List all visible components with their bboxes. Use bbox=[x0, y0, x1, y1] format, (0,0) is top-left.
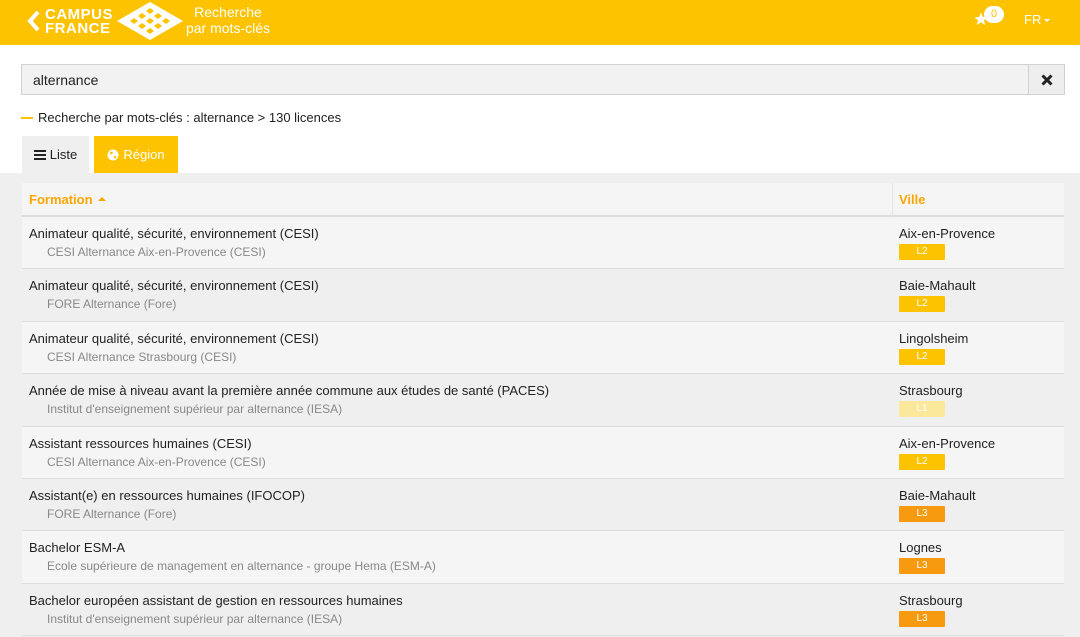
institution-name: CESI Alternance Aix-en-Provence (CESI) bbox=[47, 454, 266, 469]
search-input[interactable] bbox=[21, 64, 1029, 95]
logo-diamond-icon bbox=[117, 2, 183, 40]
level-badge: L2 bbox=[899, 296, 945, 313]
formation-title: Bachelor européen assistant de gestion e… bbox=[29, 592, 403, 608]
level-badge: L2 bbox=[899, 348, 945, 365]
sort-ascending-icon bbox=[97, 197, 106, 201]
city-name: Aix-en-Provence bbox=[899, 226, 996, 241]
level-badge: L2 bbox=[899, 453, 945, 470]
institution-name: CESI Alternance Aix-en-Provence (CESI) bbox=[47, 245, 266, 259]
table-row[interactable]: Bachelor ESM-A Ecole supérieure de manage… bbox=[22, 531, 1064, 584]
city-name: Strasbourg bbox=[899, 383, 963, 399]
column-divider bbox=[892, 183, 893, 217]
table-header: Formation Ville bbox=[22, 183, 1064, 217]
tab-liste[interactable]: Liste bbox=[22, 136, 89, 173]
table-row[interactable]: Année de mise à niveau avant la première… bbox=[22, 374, 1064, 427]
subtitle-line-1: Recherche bbox=[194, 4, 262, 20]
institution-name: Institut d'enseignement supérieur par al… bbox=[47, 402, 343, 417]
level-badge: L3 bbox=[899, 505, 945, 522]
table-row[interactable]: Animateur qualité, sécurité, environneme… bbox=[22, 217, 1064, 270]
city-name: Strasbourg bbox=[899, 592, 963, 608]
formation-title: Assistant ressources humaines (CESI) bbox=[29, 435, 252, 451]
breadcrumb: Recherche par mots-clés : alternance > 1… bbox=[21, 110, 341, 125]
table-row[interactable]: Bachelor européen assistant de gestion e… bbox=[22, 583, 1064, 637]
language-label: FR bbox=[1024, 12, 1042, 27]
favorites-button[interactable]: 0 bbox=[974, 4, 1006, 32]
city-name: Aix-en-Provence bbox=[899, 435, 996, 451]
formation-title: Année de mise à niveau avant la première… bbox=[29, 383, 550, 399]
table-row[interactable]: Assistant ressources humaines (CESI) CESI… bbox=[22, 426, 1064, 479]
subtitle-line-2: par mots-clés bbox=[185, 20, 271, 36]
column-header-ville[interactable]: Ville bbox=[899, 192, 926, 207]
institution-name: Institut d'enseignement supérieur par al… bbox=[47, 611, 343, 626]
close-icon bbox=[1041, 74, 1053, 86]
tab-liste-label: Liste bbox=[49, 147, 78, 162]
logo[interactable]: CAMPUS FRANCE bbox=[45, 7, 113, 37]
institution-name: FORE Alternance (Fore) bbox=[47, 297, 177, 312]
table-row[interactable]: Assistant(e) en ressources humaines (IFO… bbox=[22, 478, 1064, 532]
city-name: Lognes bbox=[899, 540, 942, 556]
institution-name: FORE Alternance (Fore) bbox=[47, 506, 177, 521]
table-row[interactable]: Animateur qualité, sécurité, environneme… bbox=[22, 321, 1064, 375]
formation-title: Animateur qualité, sécurité, environneme… bbox=[29, 226, 319, 241]
level-badge: L3 bbox=[899, 558, 945, 575]
column-header-formation-label: Formation bbox=[29, 192, 93, 207]
clear-search-button[interactable] bbox=[1028, 64, 1065, 95]
level-badge: L1 bbox=[899, 401, 945, 418]
city-name: Baie-Mahault bbox=[899, 487, 976, 503]
logo-line-2: FRANCE bbox=[45, 20, 111, 37]
table-row[interactable]: Animateur qualité, sécurité, environneme… bbox=[22, 269, 1064, 322]
table-body: Animateur qualité, sécurité, environneme… bbox=[22, 217, 1064, 637]
city-name: Baie-Mahault bbox=[899, 278, 976, 294]
tab-region[interactable]: Région bbox=[94, 136, 178, 173]
city-name: Lingolsheim bbox=[899, 330, 969, 346]
formation-title: Animateur qualité, sécurité, environneme… bbox=[29, 330, 319, 346]
results-table: Formation Ville Animateur qualité, sécur… bbox=[22, 183, 1064, 637]
formation-title: Bachelor ESM-A bbox=[29, 540, 126, 556]
breadcrumb-text: Recherche par mots-clés : alternance > 1… bbox=[38, 110, 342, 125]
tab-region-label: Région bbox=[123, 147, 165, 162]
breadcrumb-dash bbox=[21, 116, 33, 119]
globe-icon bbox=[107, 149, 119, 160]
column-header-formation[interactable]: Formation bbox=[29, 192, 106, 207]
back-chevron-icon[interactable] bbox=[26, 9, 42, 33]
level-badge: L2 bbox=[899, 244, 945, 260]
institution-name: Ecole supérieure de management en altern… bbox=[47, 559, 436, 574]
formation-title: Assistant(e) en ressources humaines (IFO… bbox=[29, 487, 305, 503]
favorites-count-badge: 0 bbox=[984, 6, 1004, 23]
formation-title: Animateur qualité, sécurité, environneme… bbox=[29, 278, 319, 294]
caret-down-icon bbox=[1044, 19, 1051, 23]
app-header: CAMPUS FRANCE Recherche par mots-clés 0 … bbox=[0, 0, 1080, 45]
language-selector[interactable]: FR bbox=[1024, 12, 1051, 27]
header-subtitle: Recherche par mots-clés bbox=[185, 4, 271, 36]
list-icon bbox=[33, 149, 46, 160]
level-badge: L3 bbox=[899, 610, 945, 627]
institution-name: CESI Alternance Strasbourg (CESI) bbox=[47, 349, 237, 364]
